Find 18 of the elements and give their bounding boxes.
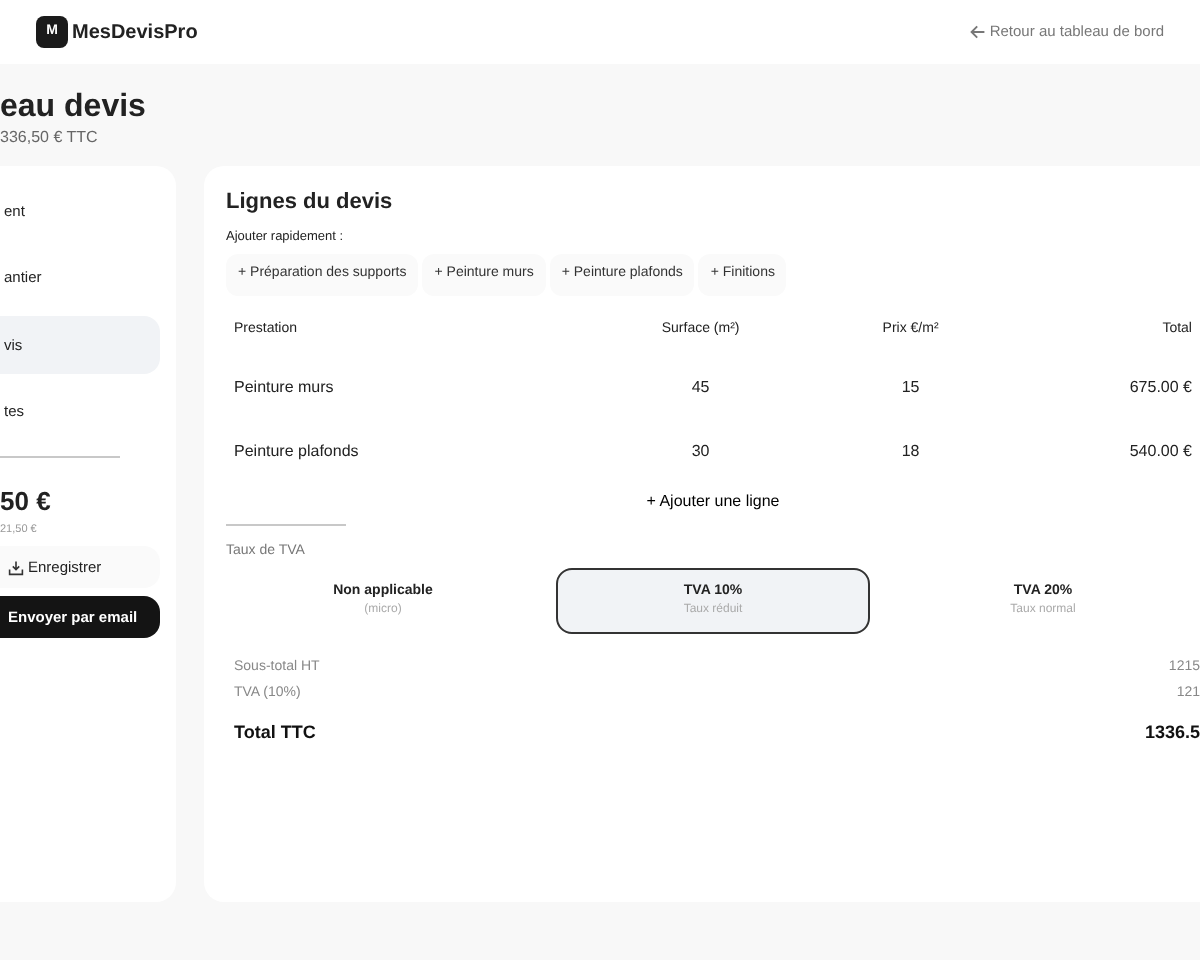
summary-label: Total TTC bbox=[234, 720, 316, 747]
table-cell-text: Peinture murs bbox=[232, 376, 336, 401]
page-subtitle: 336,50 € TTC bbox=[0, 126, 100, 151]
download-icon bbox=[8, 559, 24, 576]
arrow-left-icon bbox=[969, 24, 986, 40]
table-cell-text: Peinture plafonds bbox=[232, 440, 361, 465]
table-cell-text: 18 bbox=[899, 440, 922, 465]
brand-name: MesDevisPro bbox=[72, 19, 198, 47]
table-cell-text: 30 bbox=[689, 440, 712, 465]
page-title: eau devis bbox=[0, 88, 148, 127]
total-amount: 50 € bbox=[0, 484, 53, 521]
summary-value: 1336.5 bbox=[1144, 720, 1200, 747]
table-cell-text: 675.00 € bbox=[1127, 376, 1194, 401]
table-cell-text: 540.00 € bbox=[1127, 440, 1194, 465]
add-line-button[interactable]: + Ajouter une ligne bbox=[634, 488, 792, 517]
table-cell-text: 45 bbox=[689, 376, 712, 401]
section-title: Lignes du devis bbox=[226, 188, 395, 219]
table-cell-text: 15 bbox=[899, 376, 922, 401]
